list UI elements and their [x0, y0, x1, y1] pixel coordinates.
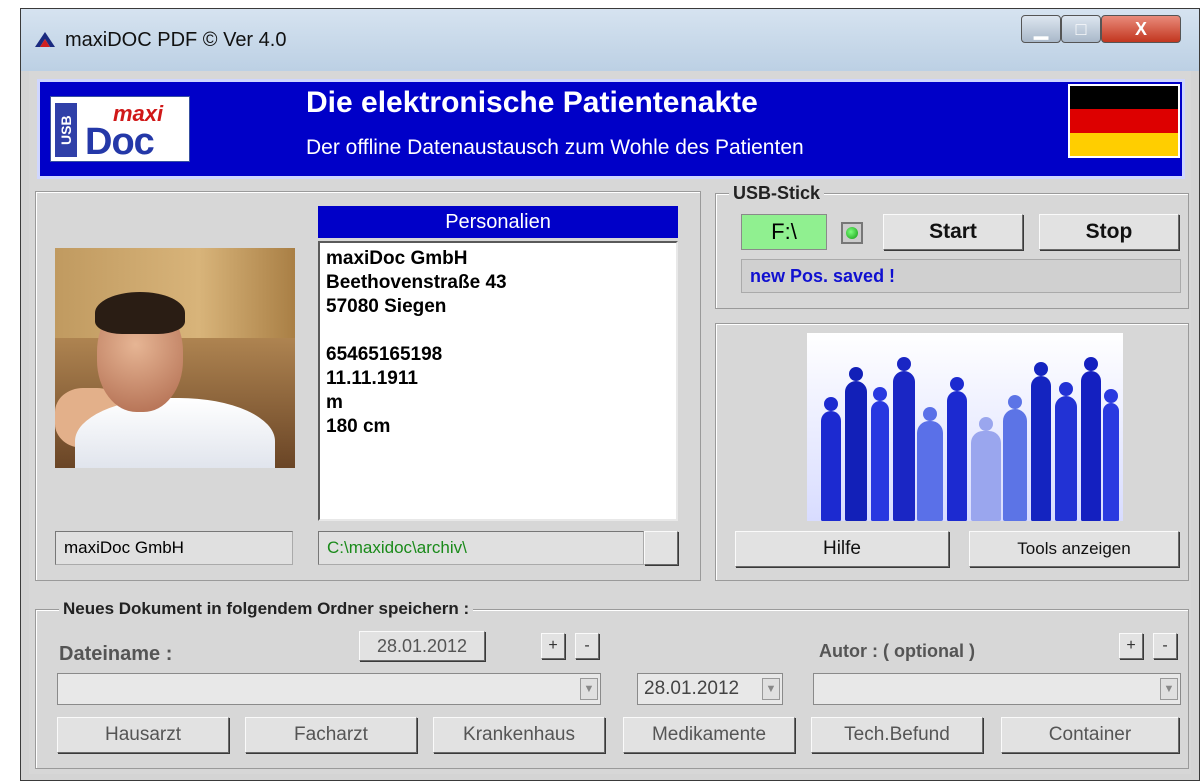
led-indicator-icon — [841, 222, 863, 244]
category-facharzt-button[interactable]: Facharzt — [245, 717, 417, 753]
close-button[interactable]: X — [1101, 15, 1181, 43]
logo-doc-text: Doc — [85, 121, 155, 163]
minimize-button[interactable]: ▁ — [1021, 15, 1061, 43]
photo-hair — [95, 292, 185, 334]
app-icon — [35, 32, 55, 47]
crowd-figure — [1055, 382, 1077, 521]
filename-minus-button[interactable]: - — [575, 633, 599, 659]
chevron-down-icon[interactable]: ▼ — [762, 678, 780, 700]
photo-shirt — [75, 398, 275, 468]
flag-stripe-gold — [1070, 132, 1178, 156]
stop-button[interactable]: Stop — [1039, 214, 1179, 250]
client-area: USB maxi Doc Die elektronische Patienten… — [29, 71, 1191, 774]
chevron-down-icon[interactable]: ▼ — [1160, 678, 1178, 700]
header-title: Die elektronische Patientenakte — [306, 86, 758, 119]
document-legend: Neues Dokument in folgendem Ordner speic… — [59, 599, 474, 619]
crowd-figure — [845, 367, 867, 521]
crowd-figure — [947, 377, 967, 521]
pers-line: 11.11.1911 — [326, 368, 418, 389]
pers-line: 180 cm — [326, 416, 391, 437]
pers-line: maxiDoc GmbH — [326, 248, 468, 269]
author-combo[interactable]: ▼ — [813, 673, 1181, 705]
date-combo-value: 28.01.2012 — [644, 678, 740, 699]
filename-plus-button[interactable]: + — [541, 633, 565, 659]
crowd-figure — [893, 357, 915, 521]
filename-combo[interactable]: ▼ — [57, 673, 601, 705]
maximize-icon: □ — [1075, 18, 1087, 39]
category-medikamente-button[interactable]: Medikamente — [623, 717, 795, 753]
category-container-button[interactable]: Container — [1001, 717, 1179, 753]
logo-usb-text: USB — [55, 103, 77, 157]
drive-indicator: F:\ — [741, 214, 827, 250]
maxidoc-logo: USB maxi Doc — [50, 96, 190, 163]
header-subtitle: Der offline Datenaustausch zum Wohle des… — [306, 136, 804, 159]
date-button[interactable]: 28.01.2012 — [359, 631, 485, 661]
crowd-illustration — [807, 333, 1123, 521]
date-combo[interactable]: 28.01.2012 ▼ — [637, 673, 783, 705]
author-minus-button[interactable]: - — [1153, 633, 1177, 659]
name-field[interactable]: maxiDoc GmbH — [55, 531, 293, 565]
help-button[interactable]: Hilfe — [735, 531, 949, 567]
title-bar[interactable]: maxiDOC PDF © Ver 4.0 ▁ □ X — [21, 9, 1199, 71]
minimize-icon: ▁ — [1034, 18, 1048, 39]
pers-line: m — [326, 392, 343, 413]
pers-line: 65465165198 — [326, 344, 443, 365]
author-label: Autor : ( optional ) — [819, 641, 975, 661]
german-flag-icon[interactable] — [1068, 84, 1180, 158]
crowd-figure — [1003, 395, 1027, 521]
usb-status: new Pos. saved ! — [741, 259, 1181, 293]
tools-button[interactable]: Tools anzeigen — [969, 531, 1179, 567]
pers-line: Beethovenstraße 43 — [326, 272, 507, 293]
browse-path-button[interactable] — [644, 531, 678, 565]
main-window: maxiDOC PDF © Ver 4.0 ▁ □ X USB maxi Doc… — [20, 8, 1200, 781]
flag-stripe-black — [1070, 86, 1178, 110]
window-title: maxiDOC PDF © Ver 4.0 — [65, 29, 287, 51]
crowd-figure — [871, 387, 889, 521]
maximize-button[interactable]: □ — [1061, 15, 1101, 43]
flag-stripe-red — [1070, 109, 1178, 133]
led-light — [846, 227, 858, 239]
pers-line: 57080 Siegen — [326, 296, 447, 317]
crowd-figure — [1031, 362, 1051, 521]
category-techbefund-button[interactable]: Tech.Befund — [811, 717, 983, 753]
crowd-figure — [821, 397, 841, 521]
crowd-figure — [1103, 389, 1119, 521]
personalien-header: Personalien — [318, 206, 678, 238]
pers-line — [326, 319, 670, 343]
header-banner: USB maxi Doc Die elektronische Patienten… — [37, 79, 1185, 179]
category-krankenhaus-button[interactable]: Krankenhaus — [433, 717, 605, 753]
close-icon: X — [1134, 18, 1147, 39]
archive-path-field[interactable]: C:\maxidoc\archiv\ — [318, 531, 644, 565]
category-hausarzt-button[interactable]: Hausarzt — [57, 717, 229, 753]
crowd-figure — [971, 417, 1001, 521]
crowd-figure — [917, 407, 943, 521]
patient-photo — [55, 248, 295, 468]
usb-legend: USB-Stick — [729, 183, 825, 204]
personalien-textbox[interactable]: maxiDoc GmbH Beethovenstraße 43 57080 Si… — [318, 241, 678, 521]
start-button[interactable]: Start — [883, 214, 1023, 250]
author-plus-button[interactable]: + — [1119, 633, 1143, 659]
chevron-down-icon[interactable]: ▼ — [580, 678, 598, 700]
crowd-figure — [1081, 357, 1101, 521]
filename-label: Dateiname : — [59, 643, 173, 665]
